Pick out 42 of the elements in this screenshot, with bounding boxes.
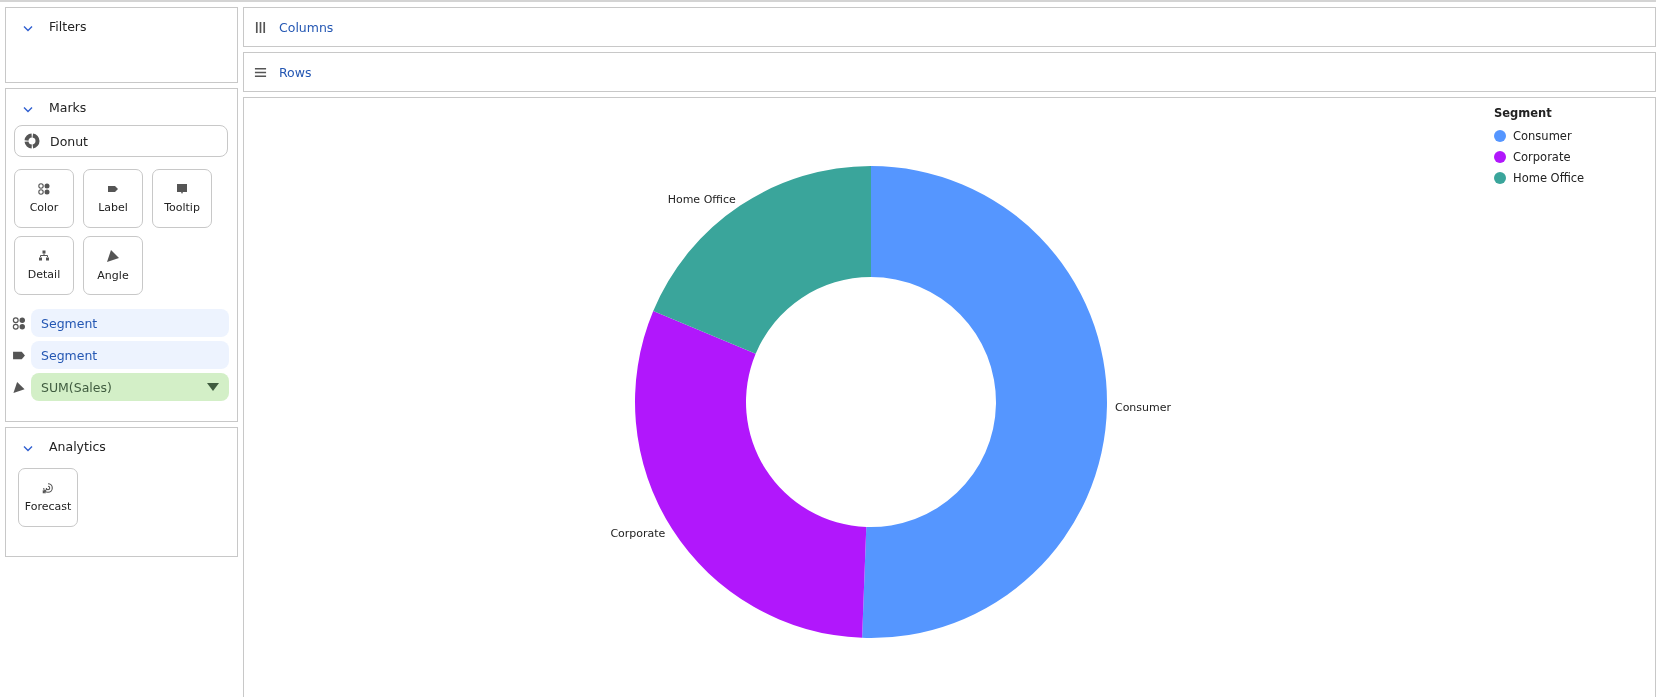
detail-card-button[interactable]: Detail [14,236,74,295]
panel-title: Analytics [49,438,106,454]
legend-title: Segment [1494,106,1553,120]
dots-icon [38,183,50,195]
shelf-label: Rows [279,64,312,80]
forecast-icon [42,482,54,494]
color-card-button[interactable]: Color [14,169,74,228]
tag-icon [107,183,119,195]
chevron-down-icon[interactable] [23,105,33,113]
angle-wedge-icon [106,249,120,263]
legend-label: Home Office [1513,171,1585,185]
shelf-label: Columns [279,19,334,35]
chevron-down-icon[interactable] [23,24,33,32]
slice-label: Home Office [667,192,736,206]
field-name: Segment [41,315,98,331]
rows-icon [254,65,267,79]
mark-type-dropdown[interactable]: Donut [14,125,228,157]
rows-shelf[interactable]: Rows [243,52,1656,92]
angle-card-button[interactable]: Angle [83,236,143,295]
columns-shelf[interactable]: Columns [243,7,1656,47]
angle-wedge-icon [12,380,26,394]
field-pill[interactable]: Segment [31,309,229,337]
chevron-down-icon[interactable] [23,444,33,452]
caret-icon[interactable] [207,383,219,391]
field-pill[interactable]: Segment [31,341,229,369]
legend-label: Consumer [1513,129,1572,143]
slice-label: Corporate [610,527,666,541]
hierarchy-icon [38,250,50,262]
field-pill[interactable]: SUM(Sales) [31,373,229,401]
columns-icon [254,20,267,34]
forecast-card-button[interactable]: Forecast [18,468,78,527]
panel-title: Filters [49,18,87,34]
panel-title: Marks [49,99,87,115]
label-card-button[interactable]: Label [83,169,143,228]
slice-label: Consumer [1114,400,1172,414]
dots-icon [12,316,26,330]
field-name: Segment [41,347,98,363]
field-name: SUM(Sales) [41,379,112,395]
legend-label: Corporate [1513,150,1571,164]
speech-bubble-icon [176,183,188,195]
donut-icon [24,133,40,149]
tooltip-card-button[interactable]: Tooltip [152,169,212,228]
